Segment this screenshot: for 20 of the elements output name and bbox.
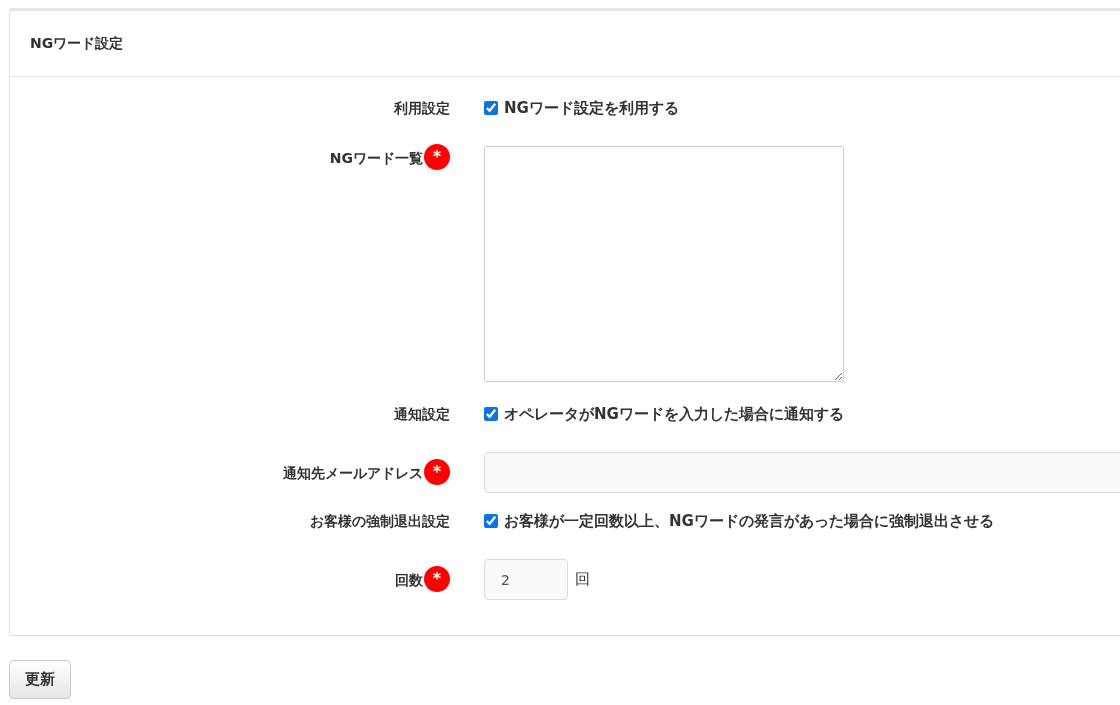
- field-label: 利用設定: [394, 99, 450, 118]
- required-badge: *: [424, 565, 450, 592]
- checkbox-label: NGワード設定を利用する: [504, 97, 679, 119]
- field-label: 通知先メールアドレス: [283, 463, 423, 483]
- count-input[interactable]: 2: [484, 559, 568, 600]
- required-badge: *: [424, 458, 450, 485]
- checkbox[interactable]: [484, 514, 498, 528]
- required-badge: *: [424, 144, 450, 170]
- checkbox[interactable]: [484, 101, 498, 115]
- field-label: NGワード一覧: [329, 149, 423, 168]
- checkbox-label: オペレータがNGワードを入力した場合に通知する: [504, 403, 844, 425]
- field-label: 回数: [395, 570, 423, 590]
- field-label: 通知設定: [394, 405, 450, 424]
- checkbox-label: お客様が一定回数以上、NGワードの発言があった場合に強制退出させる: [504, 510, 994, 532]
- unit-label: 回: [575, 569, 590, 591]
- field-label: お客様の強制退出設定: [310, 512, 450, 531]
- email-input[interactable]: [484, 452, 1120, 493]
- update-button[interactable]: 更新: [9, 660, 71, 699]
- checkbox[interactable]: [484, 407, 498, 421]
- panel-title: NGワード設定: [30, 34, 124, 53]
